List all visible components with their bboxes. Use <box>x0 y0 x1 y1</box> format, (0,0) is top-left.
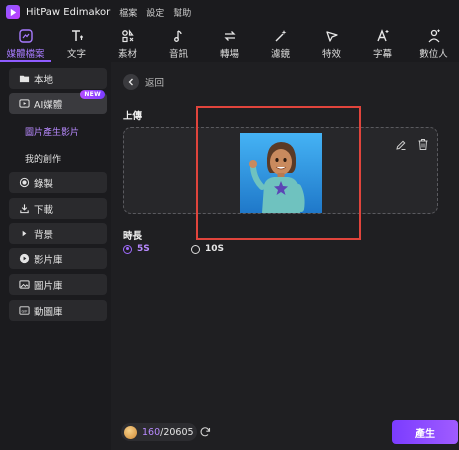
credits-display: 160 /20605 <box>121 423 197 441</box>
duration-label: 時長 <box>123 231 143 242</box>
tab-audio-label: 音訊 <box>168 49 188 60</box>
tab-audio[interactable]: 音訊 <box>153 24 204 62</box>
svg-text:GIF: GIF <box>21 309 27 313</box>
record-icon <box>18 177 30 189</box>
app-title: HitPaw Edimakor <box>26 6 111 18</box>
sidebar-item-label: 動圖庫 <box>34 306 63 318</box>
bottom-bar: 160 /20605 產生 <box>111 414 459 450</box>
sidebar-item-download[interactable]: 下載 <box>9 198 107 219</box>
tab-elements[interactable]: 素材 <box>102 24 153 62</box>
caret-right-icon <box>18 228 30 240</box>
back-label: 返回 <box>145 78 165 89</box>
tab-subtitle-label: 字幕 <box>372 49 392 60</box>
trash-icon[interactable] <box>417 138 429 151</box>
tab-media[interactable]: 媒體檔案 <box>0 24 51 62</box>
subtitle-icon <box>376 29 388 42</box>
new-badge: NEW <box>80 90 105 99</box>
upload-dropzone[interactable] <box>123 127 438 214</box>
generate-button[interactable]: 產生 <box>392 420 458 444</box>
transition-icon <box>223 31 236 41</box>
main-toolbar: 媒體檔案 文字 素材 音訊 轉場 濾鏡 特效 字幕 數位人 <box>0 24 459 62</box>
tab-filter[interactable]: 濾鏡 <box>255 24 306 62</box>
tab-elements-label: 素材 <box>117 49 137 60</box>
coin-icon <box>124 425 137 439</box>
tab-effects-label: 特效 <box>321 49 341 60</box>
sidebar-item-video-library[interactable]: 影片庫 <box>9 248 107 269</box>
refresh-icon[interactable] <box>199 426 211 438</box>
gif-icon: GIF <box>18 305 30 317</box>
radio-checked-icon <box>123 244 132 254</box>
tab-text[interactable]: 文字 <box>51 24 102 62</box>
audio-icon <box>173 30 182 42</box>
duration-option-10s[interactable]: 10S <box>191 244 224 254</box>
radio-unchecked-icon <box>191 244 200 254</box>
download-icon <box>18 203 30 215</box>
main-panel: 返回 上傳 時長 5S 10S 160 /20605 產生 <box>111 62 459 450</box>
tab-effects[interactable]: 特效 <box>306 24 357 62</box>
tab-transition-label: 轉場 <box>219 49 239 60</box>
text-icon <box>71 30 83 41</box>
filter-icon <box>275 30 286 42</box>
sidebar-item-gif-library[interactable]: GIF 動圖庫 <box>9 300 107 321</box>
effects-icon <box>325 31 338 42</box>
tab-filter-label: 濾鏡 <box>270 49 290 60</box>
tab-digital-human[interactable]: 數位人 <box>408 24 459 62</box>
tab-digital-human-label: 數位人 <box>419 49 448 60</box>
avatar-character-image <box>240 133 322 213</box>
credits-used: 160 <box>142 426 161 438</box>
menu-settings[interactable]: 設定 <box>146 6 164 19</box>
sidebar: 本地 AI媒體 NEW 圖片產生影片 我的創作 錄製 下載 背景 影片庫 圖片庫… <box>3 62 110 450</box>
upload-label: 上傳 <box>123 111 143 122</box>
sidebar-item-label: 背景 <box>34 229 54 241</box>
sidebar-item-label: 錄製 <box>34 178 54 190</box>
duration-option-5s[interactable]: 5S <box>123 244 150 254</box>
sidebar-item-record[interactable]: 錄製 <box>9 172 107 193</box>
menu-help[interactable]: 幫助 <box>173 6 191 19</box>
elements-icon <box>121 29 134 43</box>
sidebar-item-label: 圖片庫 <box>34 280 63 292</box>
sidebar-item-image-library[interactable]: 圖片庫 <box>9 274 107 295</box>
sidebar-sub-image-to-video[interactable]: 圖片產生影片 <box>25 125 79 138</box>
digital-human-icon <box>428 29 440 43</box>
sidebar-item-ai-media[interactable]: AI媒體 NEW <box>9 90 107 114</box>
tab-text-label: 文字 <box>66 49 86 60</box>
chevron-left-icon <box>123 74 139 90</box>
tab-transition[interactable]: 轉場 <box>204 24 255 62</box>
folder-icon <box>18 73 30 85</box>
tab-media-label: 媒體檔案 <box>6 49 45 60</box>
sidebar-item-background[interactable]: 背景 <box>9 223 107 244</box>
sidebar-item-label: 下載 <box>34 204 54 216</box>
ai-media-icon <box>18 98 30 110</box>
sidebar-item-label: 影片庫 <box>34 254 63 266</box>
menu-file[interactable]: 檔案 <box>119 6 137 19</box>
media-icon <box>18 29 33 43</box>
sidebar-item-label: 本地 <box>34 74 54 86</box>
play-circle-icon <box>18 253 30 265</box>
credits-total: /20605 <box>160 426 194 438</box>
duration-option-label: 10S <box>205 244 225 254</box>
sidebar-item-label: AI媒體 <box>34 99 63 111</box>
sidebar-sub-my-creations[interactable]: 我的創作 <box>25 152 61 165</box>
sidebar-item-local[interactable]: 本地 <box>9 68 107 89</box>
back-button[interactable]: 返回 <box>123 74 164 90</box>
duration-option-label: 5S <box>137 244 150 254</box>
tab-subtitle[interactable]: 字幕 <box>357 24 408 62</box>
edit-icon[interactable] <box>395 139 407 151</box>
title-bar: HitPaw Edimakor 檔案 設定 幫助 <box>0 0 459 24</box>
image-icon <box>18 279 30 291</box>
uploaded-image-thumbnail[interactable] <box>240 133 322 213</box>
app-logo <box>6 5 20 19</box>
